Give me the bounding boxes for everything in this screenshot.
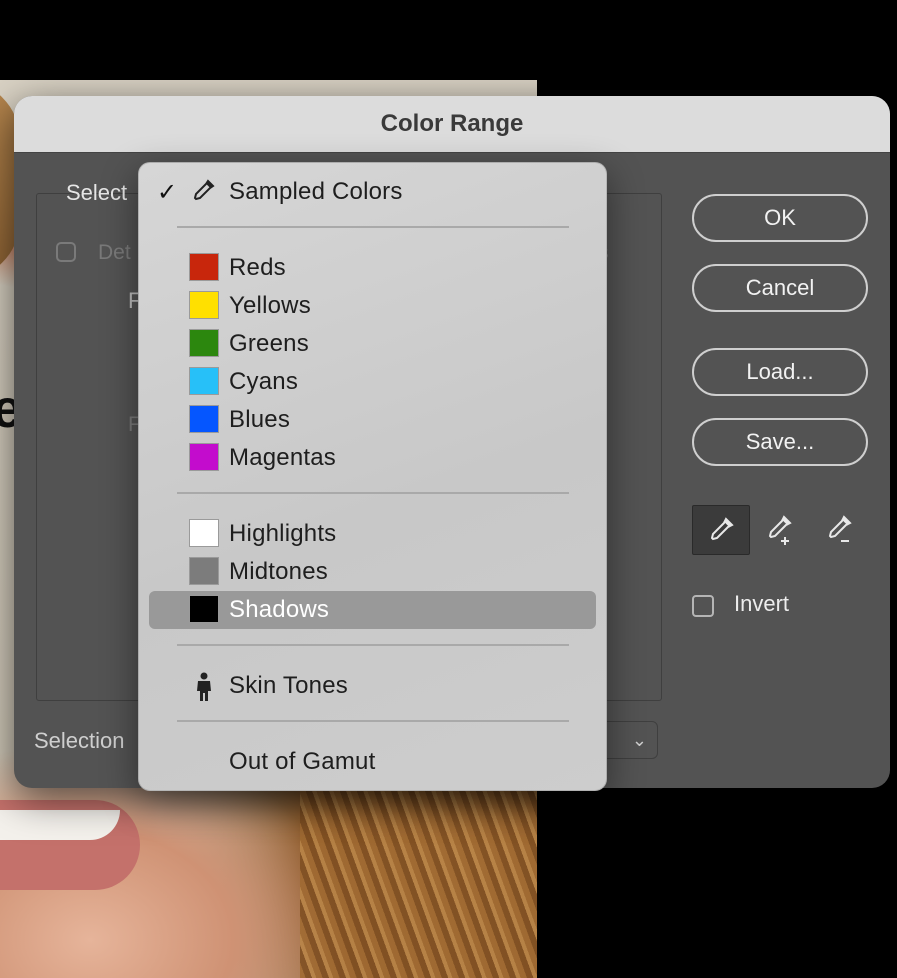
- checkmark-icon: ✓: [157, 178, 178, 206]
- menu-item-label: Midtones: [229, 558, 328, 585]
- blues-swatch: [189, 405, 219, 433]
- menu-item-label: Blues: [229, 406, 291, 433]
- midtones-swatch: [189, 557, 219, 585]
- yellows-swatch: [189, 291, 219, 319]
- cyans-swatch: [189, 367, 219, 395]
- eyedropper-icon: [193, 179, 215, 201]
- menu-item-out-of-gamut[interactable]: Out of Gamut: [149, 743, 596, 781]
- selection-preview-label: Selection: [34, 728, 125, 753]
- subtract-from-sample-tool[interactable]: [812, 505, 868, 553]
- eyedropper-icon: [710, 517, 734, 541]
- invert-label: Invert: [734, 591, 790, 616]
- menu-item-label: Skin Tones: [229, 672, 348, 699]
- eyedropper-tool[interactable]: [692, 505, 750, 555]
- save-button[interactable]: Save...: [692, 418, 868, 466]
- menu-item-label: Sampled Colors: [229, 178, 403, 205]
- menu-item-midtones[interactable]: Midtones: [149, 553, 596, 591]
- dialog-title: Color Range: [14, 96, 890, 153]
- menu-item-label: Magentas: [229, 444, 336, 471]
- menu-item-label: Out of Gamut: [229, 748, 376, 775]
- menu-item-label: Yellows: [229, 292, 311, 319]
- menu-item-magentas[interactable]: Magentas: [149, 439, 596, 477]
- menu-item-sampled-colors[interactable]: ✓ Sampled Colors: [149, 173, 596, 211]
- cancel-button[interactable]: Cancel: [692, 264, 868, 312]
- menu-item-label: Cyans: [229, 368, 299, 395]
- menu-item-label: Highlights: [229, 520, 337, 547]
- menu-item-skin-tones[interactable]: Skin Tones: [149, 667, 596, 705]
- menu-item-cyans[interactable]: Cyans: [149, 363, 596, 401]
- highlights-swatch: [189, 519, 219, 547]
- menu-item-label: Reds: [229, 254, 286, 281]
- person-icon: [197, 672, 211, 701]
- menu-separator: [177, 644, 569, 646]
- invert-checkbox[interactable]: [692, 595, 714, 617]
- menu-item-shadows[interactable]: Shadows: [149, 591, 596, 629]
- detect-faces-label: Det: [98, 241, 131, 264]
- teeth: [0, 810, 120, 840]
- menu-item-blues[interactable]: Blues: [149, 401, 596, 439]
- select-popup-menu: ✓ Sampled Colors Reds Yellows Greens Cya…: [138, 162, 607, 791]
- select-label: Select: [66, 180, 128, 205]
- menu-item-yellows[interactable]: Yellows: [149, 287, 596, 325]
- menu-item-greens[interactable]: Greens: [149, 325, 596, 363]
- menu-separator: [177, 720, 569, 722]
- hair-right: [300, 780, 537, 978]
- menu-item-label: Shadows: [229, 596, 330, 623]
- reds-swatch: [189, 253, 219, 281]
- detect-faces-checkbox[interactable]: [56, 242, 76, 262]
- ok-button[interactable]: OK: [692, 194, 868, 242]
- menu-item-label: Greens: [229, 330, 309, 357]
- magentas-swatch: [189, 443, 219, 471]
- greens-swatch: [189, 329, 219, 357]
- menu-separator: [177, 492, 569, 494]
- eyedropper-plus-icon: [768, 515, 792, 545]
- menu-separator: [177, 226, 569, 228]
- add-to-sample-tool[interactable]: [752, 505, 808, 553]
- menu-item-reds[interactable]: Reds: [149, 249, 596, 287]
- chevron-down-icon: ⌄: [631, 730, 647, 750]
- menu-item-highlights[interactable]: Highlights: [149, 515, 596, 553]
- load-button[interactable]: Load...: [692, 348, 868, 396]
- shadows-swatch: [189, 595, 219, 623]
- eyedropper-minus-icon: [828, 515, 852, 542]
